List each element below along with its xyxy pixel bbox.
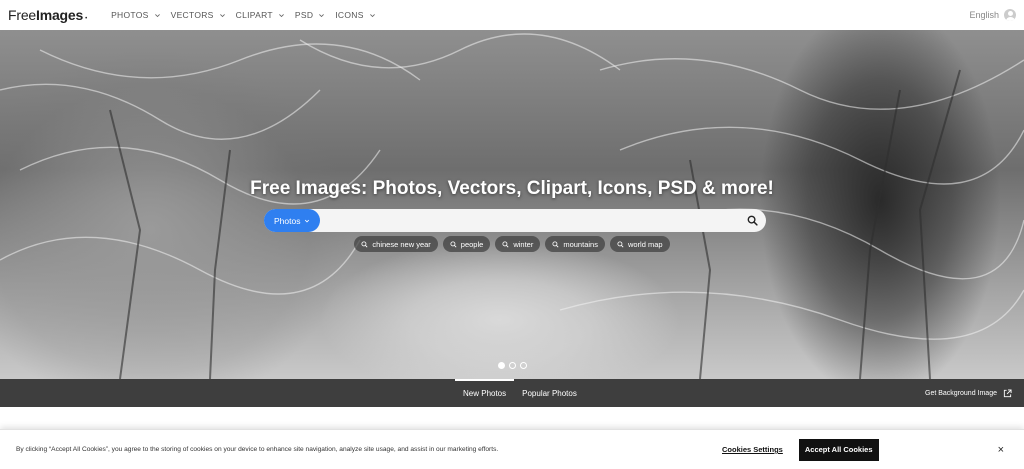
cookies-settings-button[interactable]: Cookies Settings: [722, 445, 783, 454]
chevron-down-icon: [319, 13, 325, 17]
logo-free-text: Free: [8, 7, 36, 23]
photo-tabs-bar: New Photos Popular Photos Get Background…: [0, 379, 1024, 407]
nav-label: PSD: [294, 10, 314, 20]
chevron-down-icon: [305, 219, 310, 222]
nav-item-vectors[interactable]: VECTORS: [171, 10, 226, 20]
chevron-down-icon: [278, 13, 284, 17]
cookie-message: By clicking “Accept All Cookies”, you ag…: [16, 446, 499, 453]
nav-item-photos[interactable]: PHOTOS: [111, 10, 161, 20]
search-type-label: Photos: [274, 215, 301, 226]
get-background-image-link[interactable]: Get Background Image: [925, 379, 1012, 407]
search-icon: [361, 240, 368, 247]
tag-label: winter: [513, 239, 534, 249]
search-icon: [617, 240, 624, 247]
nav-label: PHOTOS: [111, 10, 149, 20]
language-selector[interactable]: English: [969, 10, 999, 20]
tag-people[interactable]: people: [442, 236, 491, 252]
search-icon: [450, 240, 457, 247]
carousel-dot-1[interactable]: [497, 362, 505, 369]
tab-new-photos[interactable]: New Photos: [455, 379, 515, 407]
nav-item-clipart[interactable]: CLIPART: [236, 10, 285, 20]
tab-popular-photos[interactable]: Popular Photos: [514, 379, 585, 407]
nav-label: ICONS: [335, 10, 364, 20]
search-input[interactable]: [320, 209, 738, 232]
tag-label: chinese new year: [372, 239, 431, 249]
tag-winter[interactable]: winter: [495, 236, 541, 252]
tag-label: world map: [627, 239, 663, 249]
tag-chinese-new-year[interactable]: chinese new year: [354, 236, 438, 252]
site-header: Free Images • PHOTOS VECTORS CLIPART PSD I…: [0, 0, 1024, 30]
photo-tabs: New Photos Popular Photos: [455, 379, 585, 407]
close-icon[interactable]: ×: [994, 444, 1008, 456]
hero-title: Free Images: Photos, Vectors, Clipart, I…: [250, 178, 774, 199]
carousel-dot-2[interactable]: [508, 362, 516, 369]
chevron-down-icon: [369, 13, 375, 17]
logo-mark: •: [84, 15, 92, 22]
suggested-tags: chinese new year people winter mountains…: [0, 236, 1024, 252]
header-right: English: [969, 9, 1016, 21]
tag-label: people: [460, 239, 484, 249]
search-icon: [552, 240, 559, 247]
carousel-dot-3[interactable]: [519, 362, 527, 369]
hero-banner: Free Images: Photos, Vectors, Clipart, I…: [0, 30, 1024, 379]
search-button[interactable]: [738, 209, 766, 232]
nav-item-psd[interactable]: PSD: [295, 10, 325, 20]
user-icon[interactable]: [1004, 9, 1016, 21]
search-icon: [747, 215, 758, 226]
hero-background-image: [0, 33, 1024, 379]
logo-images-text: Images: [36, 7, 84, 23]
carousel-indicators: [0, 362, 1024, 369]
search-icon: [502, 240, 509, 247]
tag-label: mountains: [563, 239, 598, 249]
tag-mountains[interactable]: mountains: [545, 236, 605, 252]
nav-label: VECTORS: [170, 10, 214, 20]
nav-label: CLIPART: [235, 10, 273, 20]
search-type-dropdown[interactable]: Photos: [264, 209, 321, 232]
chevron-down-icon: [154, 13, 160, 17]
get-background-image-label: Get Background Image: [925, 389, 997, 397]
cookie-banner: By clicking “Accept All Cookies”, you ag…: [0, 429, 1024, 469]
search-bar: Photos: [264, 209, 766, 232]
site-logo[interactable]: Free Images •: [8, 7, 92, 23]
external-link-icon: [1003, 388, 1012, 397]
nav-item-icons[interactable]: ICONS: [335, 10, 375, 20]
accept-all-cookies-button[interactable]: Accept All Cookies: [798, 438, 879, 461]
tag-world-map[interactable]: world map: [609, 236, 670, 252]
chevron-down-icon: [219, 13, 225, 17]
main-nav: PHOTOS VECTORS CLIPART PSD ICONS: [111, 10, 386, 20]
